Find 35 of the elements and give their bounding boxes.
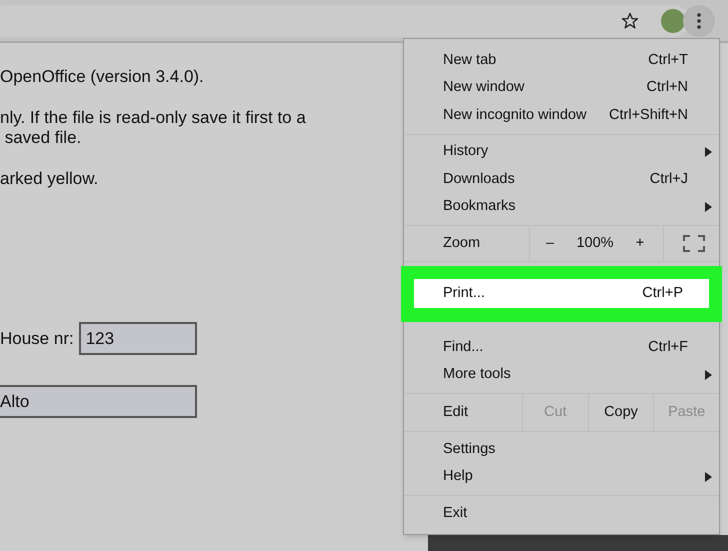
- menu-item[interactable]: Settings: [404, 436, 719, 464]
- zoom-out-button[interactable]: –: [530, 232, 570, 254]
- star-icon[interactable]: [621, 12, 639, 30]
- more-icon: [697, 12, 701, 28]
- menu-item[interactable]: Exit: [404, 500, 719, 528]
- menu-item[interactable]: New window Ctrl+N: [404, 74, 719, 102]
- shortcut-label: Ctrl+P: [642, 284, 683, 303]
- shortcut-label: Ctrl+N: [646, 78, 688, 98]
- shortcut-label: Ctrl+T: [648, 50, 688, 70]
- page-text: arked yellow.: [0, 169, 98, 189]
- menu-item[interactable]: Bookmarks: [404, 194, 719, 221]
- menu-item[interactable]: Print... Ctrl+P: [414, 279, 709, 308]
- page-text: nly. If the file is read-only save it first to a: [0, 108, 306, 128]
- page-text: OpenOffice (version 3.4.0).: [0, 67, 204, 87]
- menu-item[interactable]: New tab Ctrl+T: [404, 47, 719, 74]
- menu-item[interactable]: Find... Ctrl+F: [404, 334, 719, 362]
- zoom-value: 100%: [575, 234, 615, 253]
- zoom-in-button[interactable]: +: [620, 232, 660, 254]
- menu-button[interactable]: [683, 4, 715, 36]
- menu-item[interactable]: More tools: [404, 362, 719, 389]
- menu-item[interactable]: New incognito window Ctrl+Shift+N: [404, 102, 719, 130]
- field-label: House nr:: [0, 328, 74, 350]
- menu-item[interactable]: Downloads Ctrl+J: [404, 166, 719, 194]
- edit-button[interactable]: Copy: [588, 394, 654, 431]
- input-field[interactable]: 123: [78, 322, 197, 355]
- fullscreen-icon: [683, 235, 705, 252]
- edit-label: Edit: [442, 402, 469, 422]
- menu-item[interactable]: Help: [404, 464, 719, 491]
- page-text: saved file.: [4, 128, 82, 148]
- shortcut-label: Ctrl+Shift+N: [609, 106, 688, 125]
- shortcut-label: Ctrl+J: [650, 170, 688, 189]
- zoom-label: Zoom: [442, 234, 482, 253]
- input-field[interactable]: Alto: [0, 385, 197, 418]
- shortcut-label: Ctrl+F: [648, 338, 688, 357]
- menu-item[interactable]: History: [404, 138, 719, 166]
